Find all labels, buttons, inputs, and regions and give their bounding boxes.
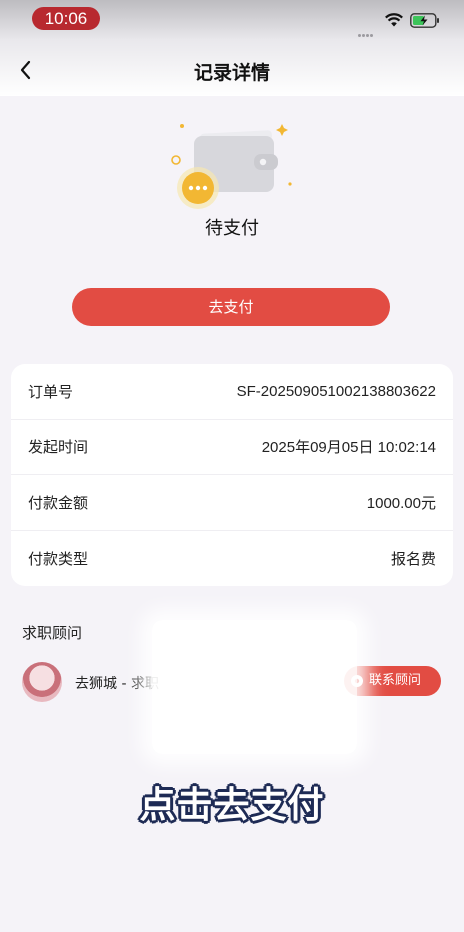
status-bar: 10:06 xyxy=(0,0,464,38)
cellular-signal-icon xyxy=(358,22,376,37)
created-time-label: 发起时间 xyxy=(28,438,89,457)
amount-value: 1000.00元 xyxy=(366,494,436,512)
page-title: 记录详情 xyxy=(193,62,270,84)
pay-button[interactable]: 去支付 xyxy=(72,288,390,326)
wifi-icon xyxy=(385,13,403,27)
tutorial-caption: 点击去支付 xyxy=(139,785,325,826)
wallet-icon xyxy=(171,124,292,209)
order-number-label: 订单号 xyxy=(28,382,74,401)
created-time-value: 2025年09月05日 10:02:14 xyxy=(261,439,436,457)
amount-label: 付款金额 xyxy=(28,493,89,512)
consultant-name: 去狮城 - 求职 xyxy=(75,676,159,692)
info-row-order-number: 订单号 SF-20250905100213880362​2 xyxy=(11,364,453,420)
battery-charging-icon xyxy=(410,13,439,28)
status-time: 10:06 xyxy=(32,7,100,30)
navigation-bar: 记录详情 xyxy=(0,46,464,96)
order-number-value: SF-20250905100213880362​2 xyxy=(236,382,436,400)
payment-type-label: 付款类型 xyxy=(28,549,89,568)
info-row-created-time: 发起时间 2025年09月05日 10:02:14 xyxy=(11,420,453,475)
blurred-overlay xyxy=(152,620,357,754)
contact-consultant-label: 联系顾问 xyxy=(369,673,422,688)
avatar xyxy=(22,662,62,702)
contact-consultant-button[interactable]: 联系顾问 xyxy=(344,666,441,696)
order-status-text: 待支付 xyxy=(205,218,259,239)
payment-type-value: 报名费 xyxy=(390,550,436,568)
info-row-amount: 付款金额 1000.00元 xyxy=(11,475,453,531)
order-info-card: 订单号 SF-20250905100213880362​2 发起时间 2025年… xyxy=(11,364,453,586)
consultant-section-title: 求职顾问 xyxy=(22,624,83,642)
info-row-payment-type: 付款类型 报名费 xyxy=(11,531,453,587)
